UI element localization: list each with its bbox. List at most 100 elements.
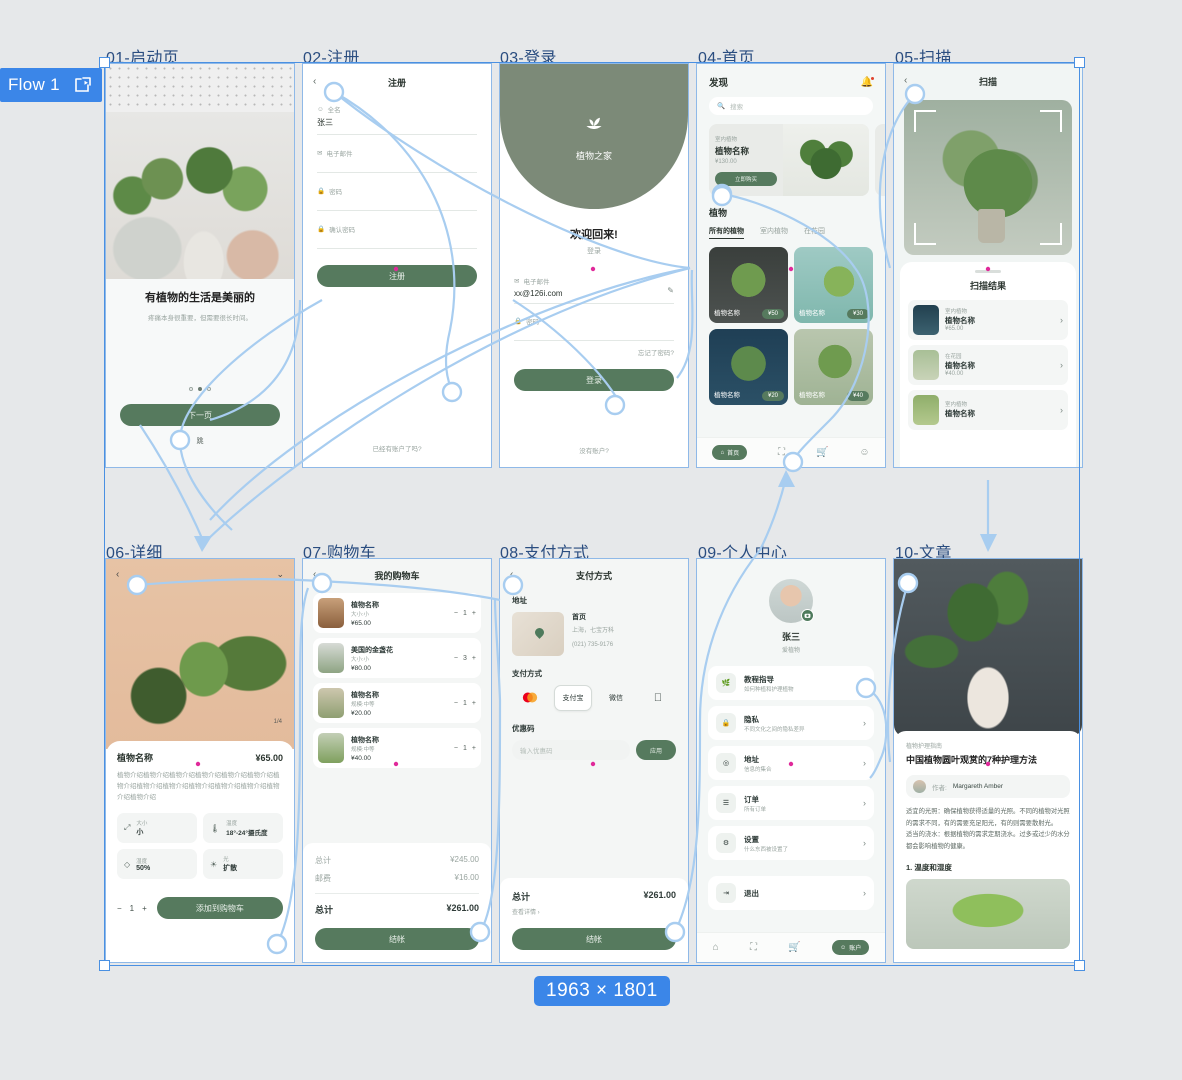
menu-item-address[interactable]: ◎ 地址 信息的集合 › <box>708 746 874 780</box>
plant-card[interactable]: 植物名称 ¥40 <box>794 329 873 405</box>
frame-09-profile[interactable]: 张三 爱植物 🌿 教程指导 如何种植和护理植物 › 🔒 隐私 <box>696 558 886 963</box>
chevron-down-icon[interactable]: ⌄ <box>276 569 284 580</box>
pay-method-mastercard[interactable] <box>512 685 548 711</box>
user-icon[interactable]: ☺ <box>859 447 869 458</box>
quantity-stepper[interactable]: − 1 + <box>117 904 147 913</box>
menu-item-logout[interactable]: ⇥ 退出 › <box>708 876 874 910</box>
scan-result-row[interactable]: 在花园 植物名称 ¥40.00 › <box>908 345 1068 385</box>
forgot-password-link[interactable]: 忘记了密码? <box>514 347 674 357</box>
quantity-minus-button[interactable]: − <box>117 904 122 913</box>
pager-dot[interactable] <box>189 387 193 391</box>
promo-apply-button[interactable]: 应用 <box>636 740 676 760</box>
menu-item-tutorial[interactable]: 🌿 教程指导 如何种植和护理植物 › <box>708 666 874 700</box>
edit-icon[interactable]: ✎ <box>667 286 674 295</box>
cart-item-stepper[interactable]: − 1 + <box>454 700 476 707</box>
tab-all-plants[interactable]: 所有的植物 <box>709 226 744 239</box>
login-footer[interactable]: 没有账户? <box>500 445 688 455</box>
frame-01-splash[interactable]: 有植物的生活是美丽的 疼痛本身很重要，但需要很长时间。 下一页 跳 <box>105 63 295 468</box>
plus-button[interactable]: + <box>472 655 476 662</box>
chevron-right-icon[interactable]: › <box>863 718 866 728</box>
tab-indoor-plants[interactable]: 室内植物 <box>760 226 788 239</box>
promo-code-input[interactable]: 输入优惠码 <box>512 740 630 760</box>
pay-method-alipay[interactable]: 支付宝 <box>554 685 592 711</box>
view-details-link[interactable]: 查看详情 › <box>512 907 676 916</box>
chevron-right-icon[interactable]: › <box>1060 405 1063 415</box>
field-fullname[interactable]: ☺ 全名 张三 <box>317 104 477 135</box>
promo-cta-button[interactable]: 立即购买 <box>715 172 777 186</box>
chevron-right-icon[interactable]: › <box>1060 360 1063 370</box>
back-icon[interactable]: ‹ <box>904 75 907 86</box>
minus-button[interactable]: − <box>454 745 458 752</box>
register-footer[interactable]: 已经有账户了吗? <box>303 443 491 453</box>
cart-icon[interactable]: 🛒 <box>788 942 800 953</box>
cart-row[interactable]: 美国的金盏花 大小:小 ¥80.00 − 3 + <box>313 638 481 678</box>
cart-item-stepper[interactable]: − 1 + <box>454 610 476 617</box>
plant-card[interactable]: 植物名称 ¥50 <box>709 247 788 323</box>
present-play-icon[interactable] <box>74 76 92 94</box>
frame-03-login[interactable]: 植物之家 欢迎回来! 登录 ✉ 电子邮件 xx@126i.com ✎ 🔒 <box>499 63 689 468</box>
field-password[interactable]: 🔒 密码 <box>317 186 477 211</box>
login-email-field[interactable]: ✉ 电子邮件 xx@126i.com ✎ <box>514 276 674 304</box>
plus-button[interactable]: + <box>472 745 476 752</box>
pay-method-applepay[interactable]:  <box>640 685 676 711</box>
avatar[interactable] <box>769 579 813 623</box>
tab-garden[interactable]: 在花园 <box>804 226 825 239</box>
minus-button[interactable]: − <box>454 610 458 617</box>
cart-item-stepper[interactable]: − 1 + <box>454 745 476 752</box>
chevron-right-icon[interactable]: › <box>863 758 866 768</box>
sheet-grabber[interactable] <box>975 270 1001 273</box>
pay-method-wechat[interactable]: 微信 <box>598 685 634 711</box>
payment-checkout-button[interactable]: 结帐 <box>512 928 676 950</box>
add-to-cart-button[interactable]: 添加到购物车 <box>157 897 283 919</box>
back-icon[interactable]: ‹ <box>510 569 513 580</box>
nav-account[interactable]: ☺ 账户 <box>832 940 869 955</box>
nav-home[interactable]: ⌂ 首页 <box>712 445 747 460</box>
minus-button[interactable]: − <box>454 700 458 707</box>
frame-06-detail[interactable]: ‹ ⌄ 1/4 植物名称 ¥65.00 植物介绍植物介绍植物介绍植物介绍植物介绍… <box>105 558 295 963</box>
scan-viewfinder[interactable] <box>904 100 1072 255</box>
minus-button[interactable]: − <box>454 655 458 662</box>
scan-icon[interactable]: ⛶ <box>750 942 757 953</box>
cart-item-stepper[interactable]: − 3 + <box>454 655 476 662</box>
menu-item-orders[interactable]: ☰ 订单 所有订单 › <box>708 786 874 820</box>
chevron-right-icon[interactable]: › <box>863 798 866 808</box>
frame-10-article[interactable]: 植物护理指南 中国植物圆叶观赏的7种护理方法 作者: Margareth Amb… <box>893 558 1083 963</box>
field-confirm-password[interactable]: 🔒 确认密码 <box>317 224 477 249</box>
scan-icon[interactable]: ⛶ <box>778 447 785 458</box>
register-submit-button[interactable]: 注册 <box>317 265 477 287</box>
cart-row[interactable]: 植物名称 规模:中等 ¥40.00 − 1 + <box>313 728 481 768</box>
frame-02-register[interactable]: ‹ 注册 ☺ 全名 张三 ✉ 电子邮件 <box>302 63 492 468</box>
chevron-right-icon[interactable]: › <box>863 678 866 688</box>
back-icon[interactable]: ‹ <box>116 569 119 580</box>
back-icon[interactable]: ‹ <box>313 569 316 580</box>
scan-result-row[interactable]: 室内植物 植物名称 ¥65.00 › <box>908 300 1068 340</box>
cart-row[interactable]: 植物名称 大小:小 ¥65.00 − 1 + <box>313 593 481 633</box>
chevron-right-icon[interactable]: › <box>1060 315 1063 325</box>
promo-card[interactable]: 室内植物 植物名称 ¥130.00 立即购买 <box>709 124 869 196</box>
chevron-right-icon[interactable]: › <box>863 838 866 848</box>
scan-result-row[interactable]: 室内植物 植物名称 › <box>908 390 1068 430</box>
plant-card[interactable]: 植物名称 ¥30 <box>794 247 873 323</box>
frame-05-scan[interactable]: ‹ 扫描 扫描结果 室内植物 植物名称 ¥65.00 <box>893 63 1083 468</box>
skip-link[interactable]: 跳 <box>106 436 294 446</box>
address-card[interactable]: 首页 上海，七宝万科 (021) 735-9176 <box>512 612 676 656</box>
cart-checkout-button[interactable]: 结帐 <box>315 928 479 950</box>
plus-button[interactable]: + <box>472 700 476 707</box>
quantity-plus-button[interactable]: + <box>142 904 147 913</box>
login-password-field[interactable]: 🔒 密码 <box>514 316 674 341</box>
flow-badge[interactable]: Flow 1 <box>0 68 102 102</box>
chevron-right-icon[interactable]: › <box>863 888 866 898</box>
plus-button[interactable]: + <box>472 610 476 617</box>
plant-card[interactable]: 植物名称 ¥20 <box>709 329 788 405</box>
home-icon[interactable]: ⌂ <box>713 942 719 953</box>
next-button[interactable]: 下一页 <box>120 404 280 426</box>
cart-row[interactable]: 植物名称 规模:中等 ¥20.00 − 1 + <box>313 683 481 723</box>
field-email[interactable]: ✉ 电子邮件 <box>317 148 477 173</box>
back-icon[interactable]: ‹ <box>313 76 316 87</box>
bell-icon[interactable]: 🔔 <box>861 77 873 88</box>
cart-icon[interactable]: 🛒 <box>816 447 828 458</box>
frame-08-payment[interactable]: ‹ 支付方式 地址 首页 上海，七宝万科 (021) 735-9176 支付方式 <box>499 558 689 963</box>
search-input[interactable]: 🔍 搜索 <box>709 97 873 115</box>
frame-07-cart[interactable]: ‹ 我的购物车 植物名称 大小:小 ¥65.00 − 1 + <box>302 558 492 963</box>
menu-item-privacy[interactable]: 🔒 隐私 不同文化之间的隐私差异 › <box>708 706 874 740</box>
